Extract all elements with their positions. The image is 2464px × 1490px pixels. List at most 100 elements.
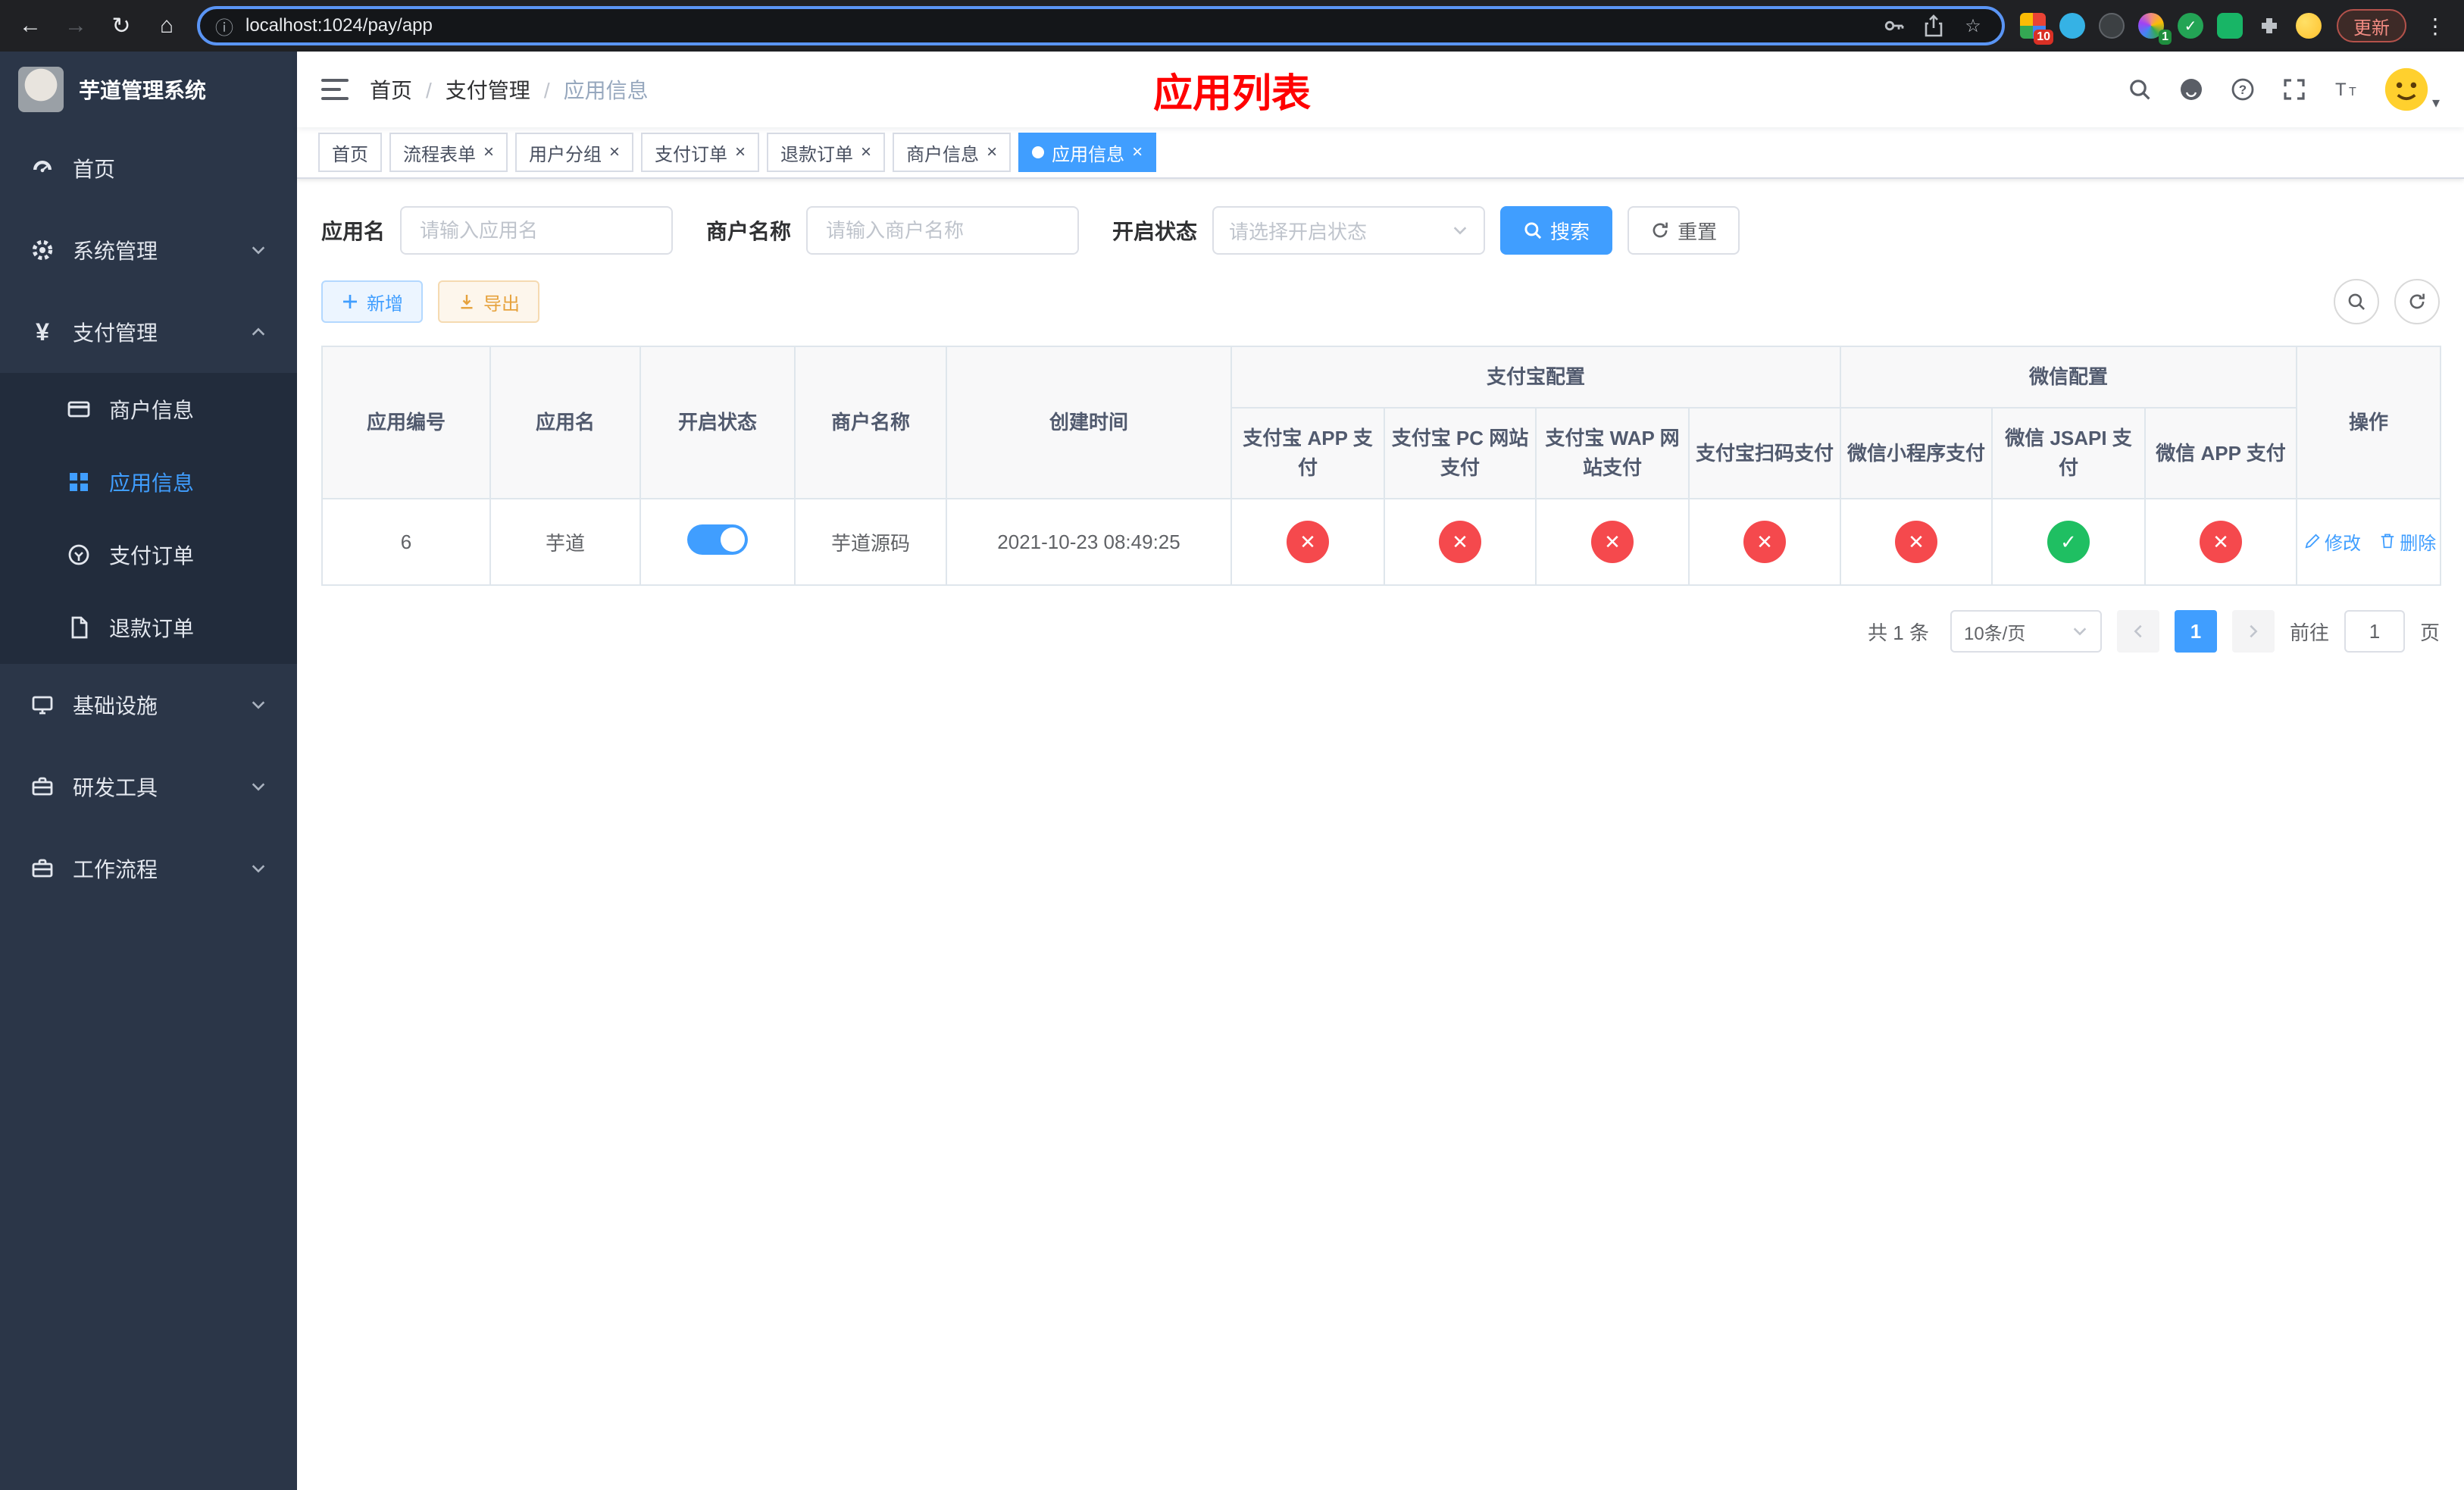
top-navbar: 首页 支付管理 应用信息 ? (297, 52, 2464, 127)
sidebar-item-infrastructure[interactable]: 基础设施 (0, 664, 297, 746)
status-cross-icon (2200, 521, 2243, 563)
password-key-icon[interactable] (1881, 14, 1908, 38)
search-icon (1524, 222, 1542, 239)
payment-submenu: 商户信息 应用信息 支付订单 退款订单 (0, 373, 297, 664)
close-icon[interactable]: × (609, 143, 620, 161)
breadcrumb-payment[interactable]: 支付管理 (446, 74, 564, 105)
github-icon[interactable] (2178, 76, 2205, 103)
goto-page-input[interactable] (2344, 610, 2405, 653)
url-text[interactable]: localhost:1024/pay/app (245, 15, 1868, 36)
page-size-select[interactable]: 10条/页 (1950, 610, 2102, 653)
close-icon[interactable]: × (861, 143, 871, 161)
col-header-alipay-qr: 支付宝扫码支付 (1687, 407, 1842, 499)
add-button[interactable]: 新增 (321, 280, 423, 323)
sidebar-item-refund-orders[interactable]: 退款订单 (0, 591, 297, 664)
back-icon[interactable]: ← (15, 13, 45, 39)
search-form: 应用名 商户名称 开启状态 请选择开启状态 搜索 重置 (321, 206, 2440, 255)
reload-icon[interactable]: ↻ (106, 13, 136, 39)
cell-wechat-mini (1840, 498, 1993, 586)
toggle-search-button[interactable] (2334, 279, 2379, 324)
cell-alipay-wap (1535, 498, 1690, 586)
status-select[interactable]: 请选择开启状态 (1212, 206, 1486, 255)
breadcrumb-home[interactable]: 首页 (370, 74, 446, 105)
sidebar-item-workflow[interactable]: 工作流程 (0, 828, 297, 909)
credit-card-icon (67, 401, 90, 418)
profile-avatar-icon[interactable] (2296, 13, 2322, 39)
address-bar[interactable]: ⓘ localhost:1024/pay/app ☆ (197, 6, 2005, 45)
sidebar-item-system[interactable]: 系统管理 (0, 209, 297, 291)
fullscreen-icon[interactable] (2281, 76, 2308, 103)
tab-payment-orders[interactable]: 支付订单 × (641, 133, 760, 172)
forward-icon[interactable]: → (61, 13, 91, 39)
cell-alipay-pc (1384, 498, 1537, 586)
user-avatar[interactable]: ▾ (2384, 67, 2440, 112)
page-number-current[interactable]: 1 (2174, 610, 2217, 653)
app-logo[interactable]: 芋道管理系统 (0, 52, 297, 127)
share-icon[interactable] (1920, 14, 1947, 38)
prev-page-button[interactable] (2116, 610, 2159, 653)
tab-app-info[interactable]: 应用信息 × (1018, 133, 1157, 172)
next-page-button[interactable] (2231, 610, 2275, 653)
sidebar-item-payment-orders[interactable]: 支付订单 (0, 518, 297, 591)
tab-home[interactable]: 首页 (318, 133, 382, 172)
tab-user-group[interactable]: 用户分组 × (515, 133, 634, 172)
close-icon[interactable]: × (1132, 143, 1143, 161)
sidebar-item-merchant-info[interactable]: 商户信息 (0, 373, 297, 446)
col-header-wechat-mini: 微信小程序支付 (1840, 407, 1993, 499)
delete-button[interactable]: 删除 (2378, 528, 2436, 555)
site-info-icon[interactable]: ⓘ (215, 13, 233, 39)
extension-color-icon[interactable]: 1 (2138, 13, 2172, 45)
chevron-down-icon (2073, 628, 2087, 636)
sidebar-item-label: 首页 (73, 158, 116, 181)
export-button[interactable]: 导出 (438, 280, 539, 323)
status-cross-icon (1743, 521, 1786, 563)
cell-wechat-app (2144, 498, 2298, 586)
search-icon[interactable] (2126, 76, 2153, 103)
sidebar-item-payment[interactable]: ¥ 支付管理 (0, 291, 297, 373)
status-toggle[interactable] (687, 524, 748, 555)
cell-app-name: 芋道 (489, 498, 641, 586)
sidebar-item-devtools[interactable]: 研发工具 (0, 746, 297, 828)
app-name-input[interactable] (400, 206, 674, 255)
browser-update-button[interactable]: 更新 (2337, 9, 2406, 42)
edit-button[interactable]: 修改 (2303, 528, 2361, 555)
sidebar-item-app-info[interactable]: 应用信息 (0, 446, 297, 518)
pagination: 共 1 条 10条/页 1 前往 页 (321, 610, 2440, 653)
tab-merchant-info[interactable]: 商户信息 × (893, 133, 1012, 172)
tab-refund-orders[interactable]: 退款订单 × (767, 133, 886, 172)
extension-check-icon[interactable]: ✓ (2178, 13, 2203, 39)
sidebar-item-home[interactable]: 首页 (0, 127, 297, 209)
search-button[interactable]: 搜索 (1500, 206, 1613, 255)
refresh-table-button[interactable] (2394, 279, 2440, 324)
bookmark-star-icon[interactable]: ☆ (1959, 14, 1987, 38)
gear-icon (32, 239, 53, 261)
export-button-label: 导出 (483, 293, 520, 315)
help-icon[interactable]: ? (2229, 76, 2256, 103)
browser-menu-icon[interactable]: ⋮ (2422, 14, 2449, 39)
close-icon[interactable]: × (483, 143, 494, 161)
sidebar-item-label: 工作流程 (73, 858, 158, 881)
extension-dark-icon[interactable] (2099, 13, 2125, 39)
tags-view: 首页 流程表单 × 用户分组 × 支付订单 × 退款订单 × 商户信息 × 应用… (297, 127, 2464, 179)
sidebar-item-label: 支付管理 (73, 321, 158, 345)
tab-process-form[interactable]: 流程表单 × (389, 133, 508, 172)
sidebar-item-label: 支付订单 (109, 544, 195, 568)
chevron-down-icon (252, 246, 265, 255)
home-icon[interactable]: ⌂ (152, 13, 182, 39)
close-icon[interactable]: × (987, 143, 997, 161)
close-icon[interactable]: × (735, 143, 746, 161)
extensions-puzzle-icon[interactable] (2256, 13, 2282, 39)
extension-pin-icon[interactable] (2059, 13, 2085, 39)
reset-button[interactable]: 重置 (1628, 206, 1740, 255)
merchant-name-input[interactable] (806, 206, 1080, 255)
col-header-alipay-app: 支付宝 APP 支付 (1230, 407, 1385, 499)
app-window: ← → ↻ ⌂ ⓘ localhost:1024/pay/app ☆ 10 1 … (0, 0, 2464, 1490)
cell-wechat-jsapi (1991, 498, 2147, 586)
extension-grid-icon[interactable]: 10 (2020, 13, 2053, 45)
extension-chat-icon[interactable] (2217, 13, 2243, 39)
logo-image (18, 67, 64, 112)
sidebar-item-label: 应用信息 (109, 471, 195, 495)
sidebar-toggle-icon[interactable] (321, 79, 349, 100)
font-size-icon[interactable]: TT (2332, 76, 2359, 103)
chevron-right-icon (2250, 624, 2258, 638)
